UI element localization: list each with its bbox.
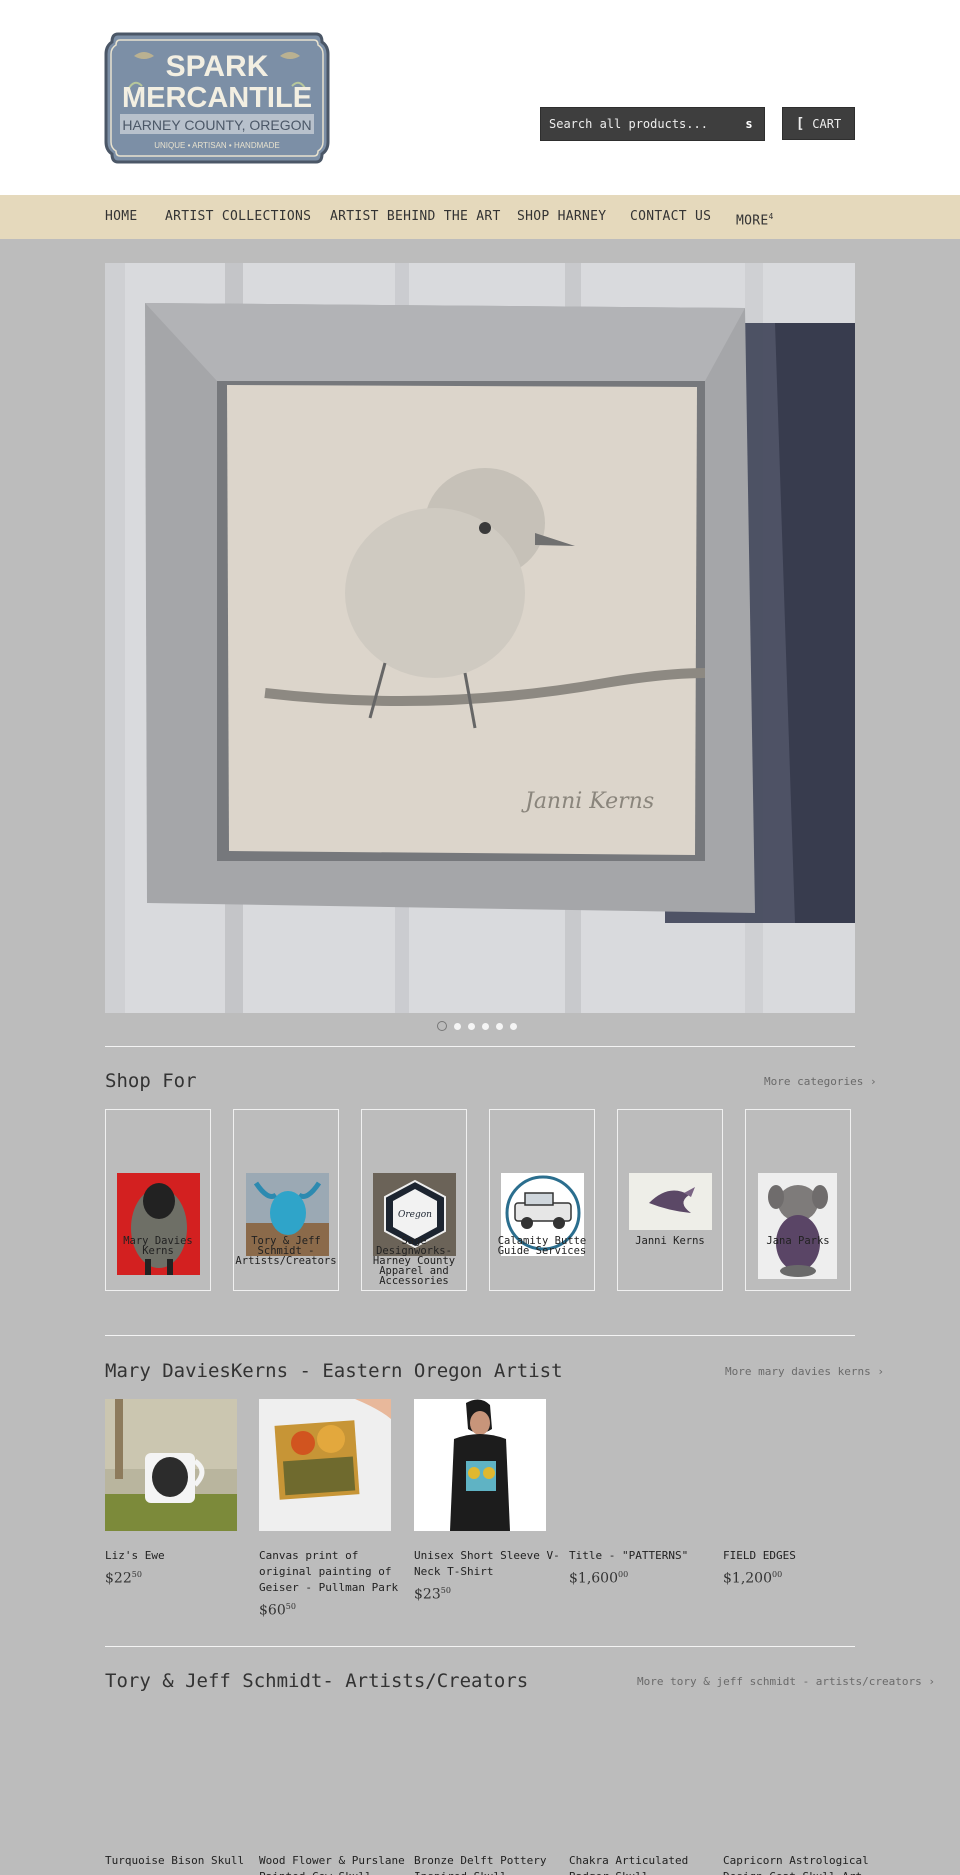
svg-text:UNIQUE • ARTISAN • HANDMADE: UNIQUE • ARTISAN • HANDMADE (154, 141, 279, 150)
product-image-placeholder (723, 1704, 855, 1836)
product-title: Unisex Short Sleeve V-Neck T-Shirt (414, 1549, 560, 1578)
product-price: $2350 (414, 1586, 451, 1603)
product-image (105, 1399, 237, 1531)
category-card-jana-parks[interactable]: Jana Parks (745, 1109, 851, 1291)
product-image-placeholder (414, 1704, 546, 1836)
chevron-down-icon: 4 (768, 212, 774, 221)
category-card-janni-kerns[interactable]: Janni Kerns (617, 1109, 723, 1291)
divider (105, 1046, 855, 1047)
slideshow-image[interactable]: Janni Kerns (105, 263, 855, 1013)
category-label: Sage Designworks- Harney County Apparel … (372, 1235, 456, 1287)
nav-item-artist-collections[interactable]: ARTIST COLLECTIONS (165, 195, 311, 239)
slideshow-dots (437, 1021, 517, 1031)
category-card-tory-jeff-schmidt[interactable]: Tory & Jeff Schmidt - Artists/Creators (233, 1109, 339, 1291)
category-card-sage-designworks[interactable]: Oregon Sage Designworks- Harney County A… (361, 1109, 467, 1291)
product-image-placeholder (259, 1704, 391, 1836)
divider (105, 1646, 855, 1647)
category-card-mary-davies-kerns[interactable]: Mary Davies Kerns (105, 1109, 211, 1291)
product-title: Title - "PATTERNS" (569, 1549, 689, 1562)
more-categories-link[interactable]: More categories › (764, 1075, 877, 1088)
category-label: Jana Parks (766, 1235, 830, 1247)
product-image-placeholder (569, 1399, 701, 1531)
svg-text:SPARK: SPARK (166, 50, 269, 83)
slide-dot-5[interactable] (496, 1022, 503, 1030)
cart-icon: [ (795, 115, 805, 132)
product-price: $6050 (259, 1602, 296, 1619)
cart-label: CART (812, 116, 842, 131)
product-title: Bronze Delft Pottery Inspired Skull (414, 1854, 547, 1875)
cart-button[interactable]: [ CART (782, 107, 855, 140)
product-title: Liz's Ewe (105, 1549, 165, 1562)
slide-dot-1[interactable] (437, 1021, 447, 1031)
svg-text:Janni Kerns: Janni Kerns (521, 789, 654, 814)
product-price: $1,60000 (569, 1570, 629, 1587)
shop-for-title: Shop For (105, 1070, 197, 1092)
product-image (259, 1399, 391, 1531)
nav-item-home[interactable]: HOME (105, 195, 138, 239)
more-collection-link[interactable]: More tory & jeff schmidt - artists/creat… (637, 1675, 935, 1688)
slide-dot-4[interactable] (482, 1022, 489, 1030)
site-logo[interactable]: SPARK MERCANTILE HARNEY COUNTY, OREGON U… (104, 32, 330, 164)
slide-dot-6[interactable] (510, 1022, 517, 1030)
search-input[interactable] (541, 108, 731, 140)
site-header: SPARK MERCANTILE HARNEY COUNTY, OREGON U… (0, 0, 960, 195)
category-label: Calamity Butte Guide Services (497, 1235, 587, 1257)
logo-badge: SPARK MERCANTILE HARNEY COUNTY, OREGON U… (104, 32, 330, 164)
svg-text:Oregon: Oregon (398, 1210, 432, 1220)
search-form: s (540, 107, 765, 141)
main-nav: HOME ARTIST COLLECTIONS ARTIST BEHIND TH… (0, 195, 960, 239)
collection-title: Tory & Jeff Schmidt- Artists/Creators (105, 1670, 529, 1692)
product-image (414, 1399, 546, 1531)
product-title: Canvas print of original painting of Gei… (259, 1549, 399, 1594)
slide-dot-2[interactable] (454, 1022, 461, 1030)
product-price: $2250 (105, 1570, 142, 1587)
product-image-placeholder (569, 1704, 701, 1836)
nav-item-shop-harney[interactable]: SHOP HARNEY (517, 195, 606, 239)
product-title: Chakra Articulated Badger Skull (569, 1854, 689, 1875)
search-icon[interactable]: s (742, 117, 756, 131)
category-image (758, 1173, 837, 1279)
product-title: Wood Flower & Purslane Painted Cow Skull (259, 1854, 405, 1875)
nav-item-more[interactable]: MORE4 (736, 195, 774, 239)
category-label: Mary Davies Kerns (123, 1235, 193, 1257)
svg-text:HARNEY COUNTY, OREGON: HARNEY COUNTY, OREGON (122, 117, 311, 133)
nav-item-artist-behind-the-art[interactable]: ARTIST BEHIND THE ART (330, 195, 501, 239)
category-image (629, 1173, 712, 1230)
collection-title: Mary DaviesKerns - Eastern Oregon Artist (105, 1360, 563, 1382)
product-title: FIELD EDGES (723, 1549, 796, 1562)
product-image-placeholder (105, 1704, 237, 1836)
product-title: Capricorn Astrological Design Goat Skull… (723, 1854, 869, 1875)
svg-text:MERCANTILE: MERCANTILE (122, 82, 312, 114)
category-label: Tory & Jeff Schmidt - Artists/Creators (235, 1235, 337, 1267)
nav-item-contact-us[interactable]: CONTACT US (630, 195, 711, 239)
product-title: Turquoise Bison Skull (105, 1854, 245, 1867)
category-label: Janni Kerns (635, 1235, 705, 1247)
more-collection-link[interactable]: More mary davies kerns › (725, 1365, 884, 1378)
product-image-placeholder (723, 1399, 855, 1531)
product-price: $1,20000 (723, 1570, 783, 1587)
slide-dot-3[interactable] (468, 1022, 475, 1030)
framed-bird-drawing: Janni Kerns (105, 263, 855, 1013)
category-card-calamity-butte[interactable]: Calamity Butte Guide Services (489, 1109, 595, 1291)
divider (105, 1335, 855, 1336)
category-image (117, 1173, 200, 1275)
